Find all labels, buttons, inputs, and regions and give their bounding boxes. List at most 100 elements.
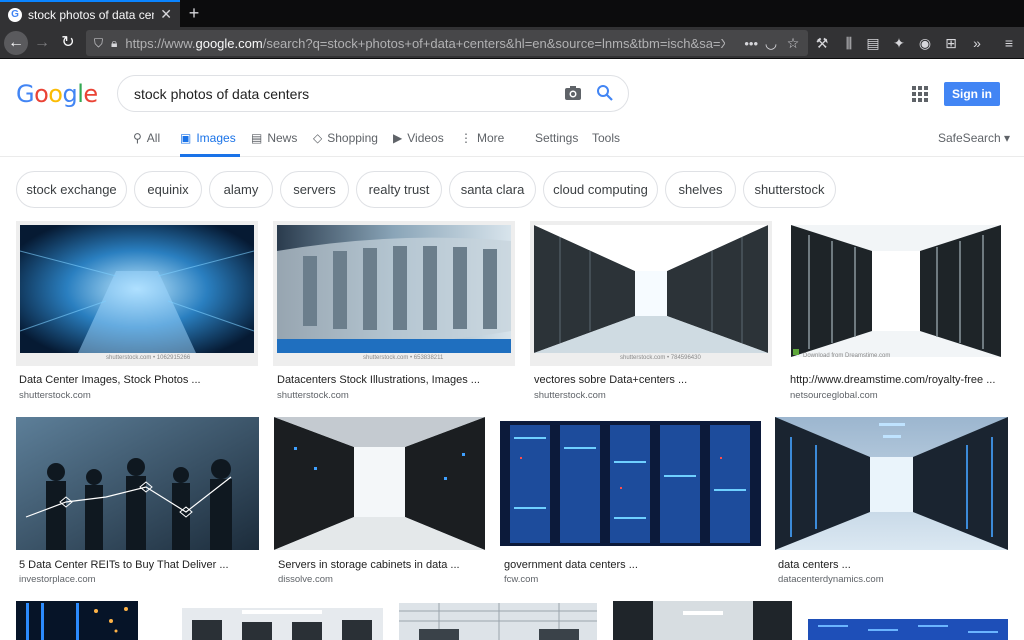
result-source[interactable]: netsourceglobal.com bbox=[790, 390, 878, 401]
chip-stock-exchange[interactable]: stock exchange bbox=[16, 171, 127, 208]
chip-realty-trust[interactable]: realty trust bbox=[356, 171, 442, 208]
watermark: Download from Dreamstime.com bbox=[803, 353, 891, 359]
shield-icon[interactable]: ⛉ bbox=[94, 36, 103, 51]
result-thumbnail[interactable]: Download from Dreamstime.com bbox=[787, 221, 1005, 366]
new-tab-icon[interactable]: + bbox=[184, 3, 204, 23]
result-thumbnail[interactable] bbox=[16, 417, 259, 550]
watermark: shutterstock.com • 784596430 bbox=[620, 355, 701, 361]
overflow-chevron-icon[interactable]: » bbox=[966, 31, 988, 55]
chip-cloud-computing[interactable]: cloud computing bbox=[543, 171, 658, 208]
apps-grid-icon[interactable] bbox=[912, 86, 928, 102]
tab-all[interactable]: ⚲ All bbox=[133, 131, 160, 157]
google-favicon-icon: G bbox=[8, 7, 22, 22]
close-tab-icon[interactable]: ✕ bbox=[160, 6, 172, 23]
forward-button-icon[interactable]: → bbox=[30, 31, 54, 55]
page-actions-icon[interactable]: ••• bbox=[744, 36, 758, 51]
logo-letter: e bbox=[83, 80, 98, 108]
result-thumbnail[interactable]: shutterstock.com • 784596430 bbox=[530, 221, 772, 366]
search-small-icon: ⚲ bbox=[133, 131, 142, 145]
image-result[interactable] bbox=[808, 601, 1008, 640]
result-thumbnail[interactable] bbox=[500, 417, 761, 550]
browser-tab-bar: G stock photos of data centers - ✕ + bbox=[0, 0, 1024, 27]
search-tabs: ⚲ All ▣ Images ▤ News ◇ Shopping ▶ Videos ⋮ Mo… bbox=[0, 125, 1024, 157]
tab-images[interactable]: ▣ Images bbox=[180, 131, 240, 157]
tab-shopping[interactable]: ◇ Shopping bbox=[313, 131, 378, 157]
image-result[interactable] bbox=[182, 608, 383, 640]
pin-icon[interactable]: ✦ bbox=[888, 31, 910, 55]
result-thumbnail[interactable] bbox=[16, 601, 138, 640]
image-result[interactable] bbox=[16, 601, 138, 640]
logo-letter: g bbox=[62, 80, 78, 108]
tab-videos[interactable]: ▶ Videos bbox=[393, 131, 444, 157]
search-box[interactable] bbox=[117, 75, 629, 112]
tools-link[interactable]: Tools bbox=[592, 131, 620, 157]
watermark: shutterstock.com • 1062915266 bbox=[106, 355, 191, 361]
camera-icon[interactable] bbox=[564, 85, 582, 101]
chip-shutterstock[interactable]: shutterstock bbox=[743, 171, 836, 208]
browser-toolbar: ← → ↻ ⛉ 🔒︎ https://www.google.com/search… bbox=[0, 27, 1024, 59]
result-thumbnail[interactable] bbox=[399, 603, 597, 640]
result-source[interactable]: fcw.com bbox=[504, 574, 538, 585]
chip-shelves[interactable]: shelves bbox=[665, 171, 736, 208]
extension-icon[interactable]: ◉ bbox=[914, 31, 936, 55]
reader-icon[interactable]: ▤ bbox=[862, 31, 884, 55]
result-thumbnail[interactable] bbox=[613, 601, 792, 640]
chip-alamy[interactable]: alamy bbox=[209, 171, 273, 208]
logo-letter: o bbox=[34, 80, 49, 108]
result-source[interactable]: shutterstock.com bbox=[277, 390, 349, 401]
tag-icon: ◇ bbox=[313, 131, 323, 145]
result-thumbnail[interactable] bbox=[274, 417, 485, 550]
result-title[interactable]: http://www.dreamstime.com/royalty-free .… bbox=[790, 374, 995, 386]
library-icon[interactable]: ⫼ bbox=[838, 31, 860, 55]
result-title[interactable]: 5 Data Center REITs to Buy That Deliver … bbox=[19, 559, 229, 571]
menu-icon[interactable]: ≡ bbox=[998, 31, 1020, 55]
logo-letter: o bbox=[48, 80, 63, 108]
lock-icon[interactable]: 🔒︎ bbox=[111, 36, 117, 51]
settings-link[interactable]: Settings bbox=[535, 131, 578, 157]
tab-news[interactable]: ▤ News bbox=[251, 131, 297, 157]
result-title[interactable]: government data centers ... bbox=[504, 559, 638, 571]
more-vert-icon: ⋮ bbox=[460, 131, 472, 145]
result-thumbnail[interactable]: shutterstock.com • 653838211 bbox=[273, 221, 515, 366]
reload-button-icon[interactable]: ↻ bbox=[56, 31, 80, 55]
search-icon[interactable] bbox=[596, 84, 614, 102]
chip-equinix[interactable]: equinix bbox=[134, 171, 202, 208]
tab-more[interactable]: ⋮ More bbox=[460, 131, 504, 157]
google-logo[interactable]: Google bbox=[16, 80, 98, 108]
result-source[interactable]: shutterstock.com bbox=[534, 390, 606, 401]
image-icon: ▣ bbox=[180, 131, 192, 145]
result-title[interactable]: vectores sobre Data+centers ... bbox=[534, 374, 687, 386]
image-result[interactable] bbox=[613, 601, 792, 640]
watermark: shutterstock.com • 653838211 bbox=[363, 355, 444, 361]
result-source[interactable]: shutterstock.com bbox=[19, 390, 91, 401]
result-title[interactable]: Servers in storage cabinets in data ... bbox=[278, 559, 460, 571]
tab-title: stock photos of data centers - bbox=[28, 7, 154, 22]
apps-extension-icon[interactable]: ⊞ bbox=[940, 31, 962, 55]
result-thumbnail[interactable]: shutterstock.com • 1062915266 bbox=[16, 221, 258, 366]
bookmark-star-icon[interactable]: ☆ bbox=[782, 31, 804, 55]
pocket-icon[interactable]: ◡ bbox=[760, 31, 782, 55]
safesearch-toggle[interactable]: SafeSearch ▾ bbox=[938, 131, 1010, 145]
chip-servers[interactable]: servers bbox=[280, 171, 349, 208]
sign-in-button[interactable]: Sign in bbox=[944, 82, 1000, 106]
result-title[interactable]: Datacenters Stock Illustrations, Images … bbox=[277, 374, 480, 386]
news-icon: ▤ bbox=[251, 131, 263, 145]
result-title[interactable]: data centers ... bbox=[778, 559, 851, 571]
result-source[interactable]: dissolve.com bbox=[278, 574, 333, 585]
result-thumbnail[interactable] bbox=[808, 601, 1008, 640]
image-result[interactable] bbox=[399, 603, 597, 640]
search-input[interactable] bbox=[134, 85, 554, 102]
wrench-icon[interactable]: ⚒ bbox=[811, 31, 833, 55]
logo-letter: G bbox=[16, 80, 35, 108]
browser-tab[interactable]: G stock photos of data centers - ✕ bbox=[0, 0, 180, 27]
play-icon: ▶ bbox=[393, 131, 403, 145]
back-button-icon[interactable]: ← bbox=[4, 31, 28, 55]
result-thumbnail[interactable] bbox=[182, 608, 383, 640]
url-text[interactable]: https://www.google.com/search?q=stock+ph… bbox=[125, 36, 725, 51]
result-source[interactable]: datacenterdynamics.com bbox=[778, 574, 884, 585]
address-bar[interactable]: ⛉ 🔒︎ https://www.google.com/search?q=sto… bbox=[86, 30, 808, 56]
chip-santa-clara[interactable]: santa clara bbox=[449, 171, 536, 208]
result-thumbnail[interactable] bbox=[775, 417, 1008, 550]
result-title[interactable]: Data Center Images, Stock Photos ... bbox=[19, 374, 201, 386]
result-source[interactable]: investorplace.com bbox=[19, 574, 96, 585]
